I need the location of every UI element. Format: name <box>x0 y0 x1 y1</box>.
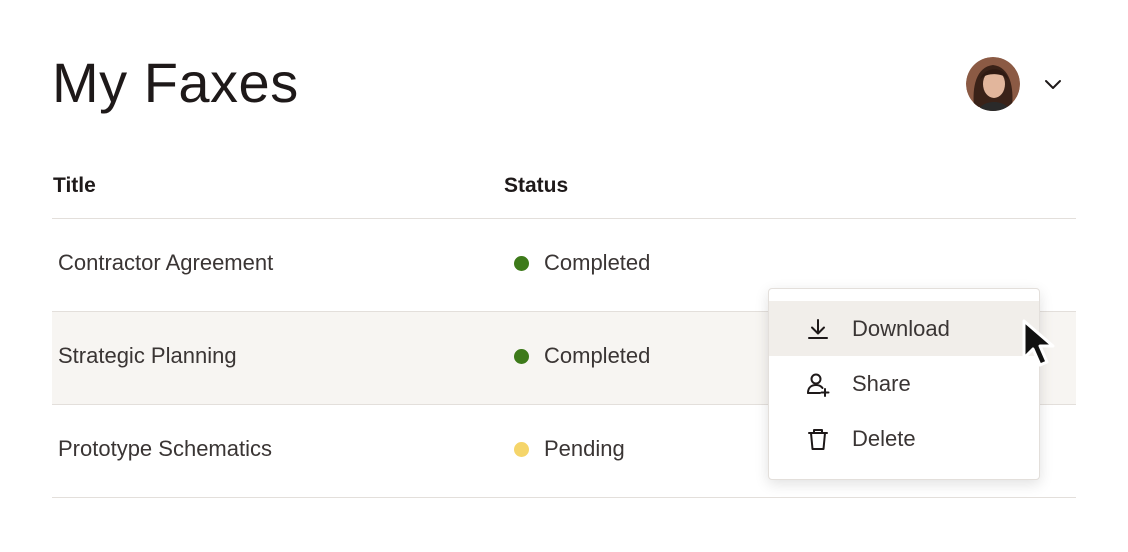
menu-item-share[interactable]: Share <box>769 356 1039 411</box>
column-header-title[interactable]: Title <box>53 174 96 198</box>
status-badge: Completed <box>514 250 650 276</box>
menu-item-delete[interactable]: Delete <box>769 411 1039 466</box>
column-header-status[interactable]: Status <box>504 174 568 198</box>
user-avatar[interactable] <box>966 57 1020 111</box>
share-user-icon <box>807 373 830 397</box>
status-label: Pending <box>544 436 625 461</box>
status-dot <box>514 441 529 457</box>
menu-item-label: Delete <box>852 425 916 451</box>
status-dot <box>514 255 529 271</box>
status-label: Completed <box>544 343 651 368</box>
status-label: Completed <box>544 250 651 275</box>
menu-item-download[interactable]: Download <box>769 301 1039 356</box>
row-context-menu: Download Share Delete <box>768 288 1040 480</box>
menu-item-label: Download <box>852 315 950 341</box>
table-header: Title Status <box>52 160 1076 219</box>
status-badge: Pending <box>514 436 625 462</box>
status-badge: Completed <box>514 343 650 369</box>
download-icon <box>808 318 828 339</box>
trash-icon <box>808 428 828 450</box>
menu-item-label: Share <box>852 370 911 396</box>
page-title: My Faxes <box>52 51 299 114</box>
status-dot <box>514 348 529 364</box>
mouse-pointer-icon <box>1022 319 1055 367</box>
fax-title[interactable]: Contractor Agreement <box>58 250 273 276</box>
account-menu[interactable] <box>966 56 1076 112</box>
fax-title[interactable]: Prototype Schematics <box>58 436 272 462</box>
fax-title[interactable]: Strategic Planning <box>58 343 237 369</box>
chevron-down-icon[interactable] <box>1042 73 1064 95</box>
